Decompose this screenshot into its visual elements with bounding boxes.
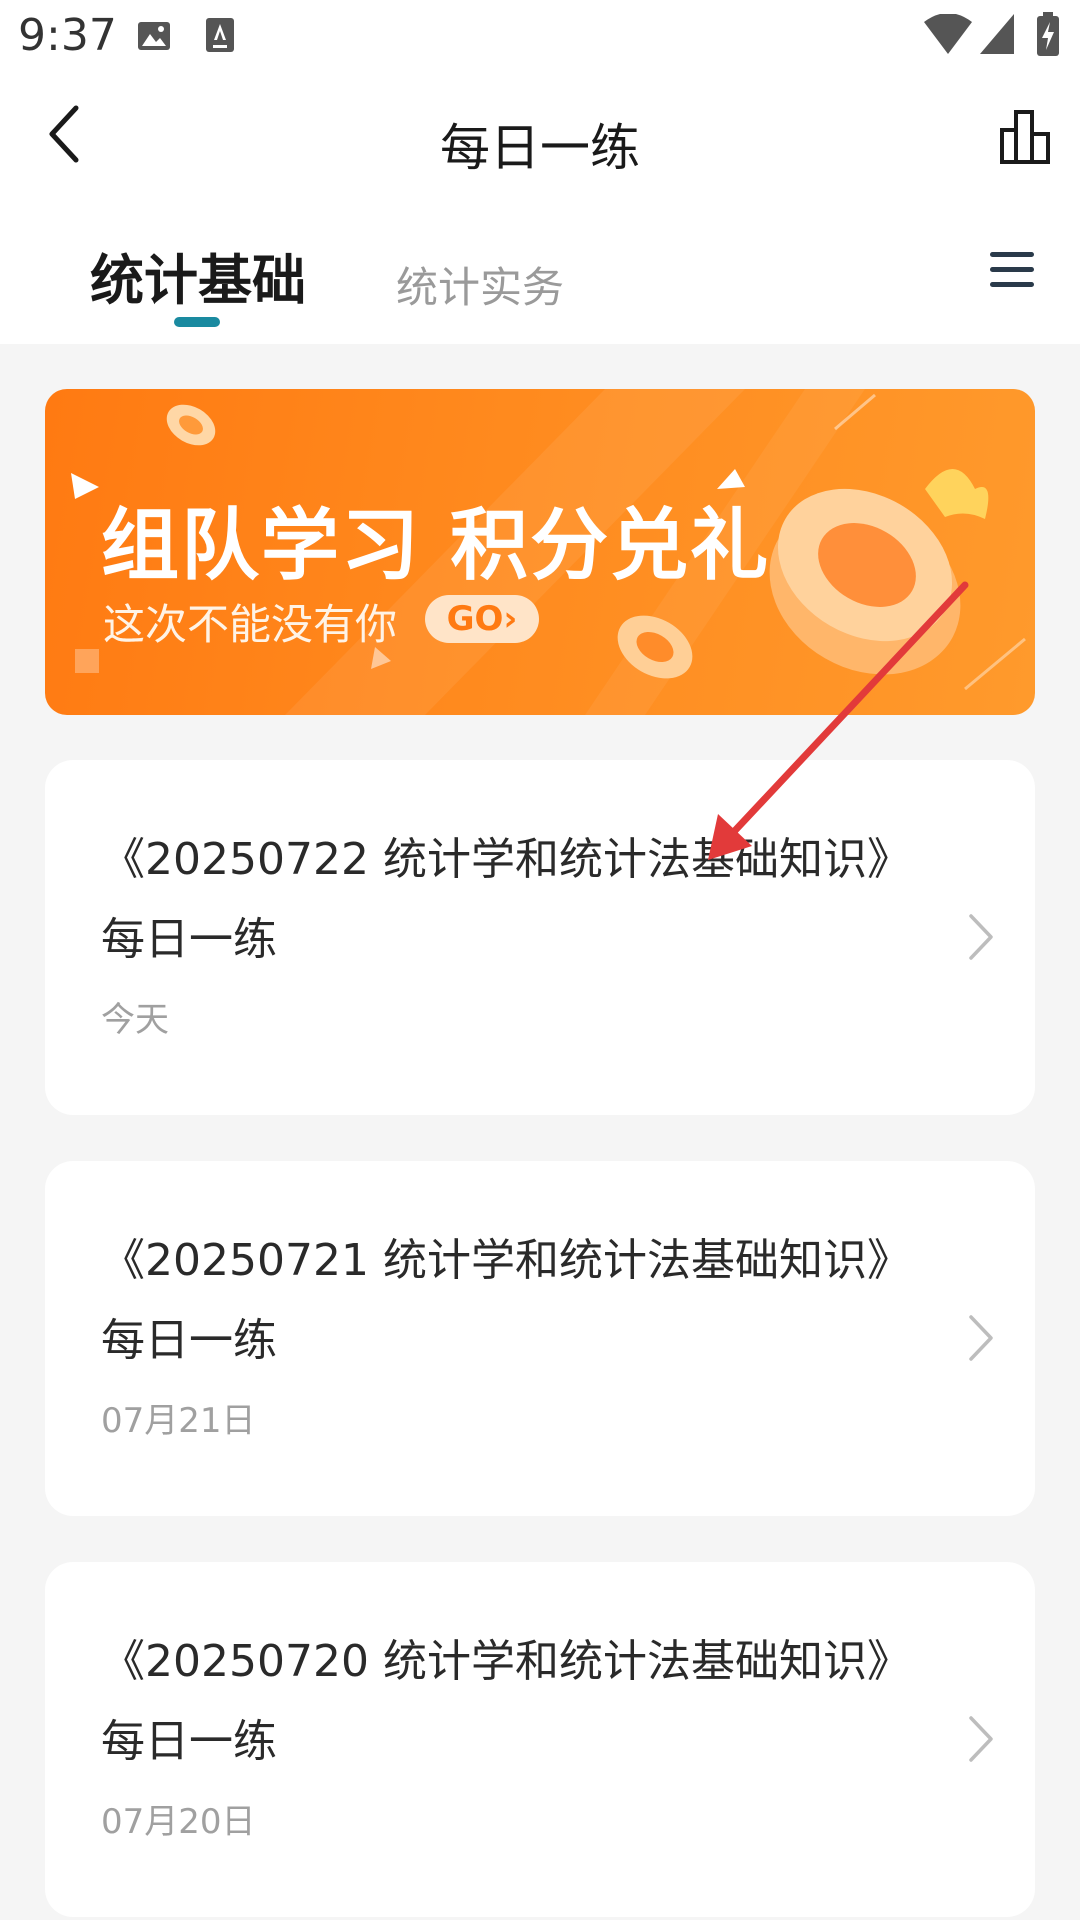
hamburger-menu-icon [990, 252, 1034, 287]
menu-button[interactable] [988, 250, 1036, 290]
font-icon [204, 16, 236, 58]
exercise-title: 《20250720 统计学和统计法基础知识》每日一练 [101, 1636, 911, 1767]
exercise-date: 今天 [101, 1000, 169, 1040]
bar-chart-icon [1000, 110, 1050, 164]
wifi-icon [924, 13, 972, 58]
exercise-date: 07月21日 [101, 1401, 256, 1441]
chevron-right-icon [969, 914, 993, 960]
stats-button[interactable] [998, 108, 1054, 164]
banner-title: 组队学习 积分兑礼 [101, 501, 771, 591]
exercise-card[interactable]: 《20250722 统计学和统计法基础知识》每日一练 今天 [45, 760, 1035, 1115]
status-time: 9:37 [18, 10, 117, 61]
exercise-card[interactable]: 《20250720 统计学和统计法基础知识》每日一练 07月20日 [45, 1562, 1035, 1917]
exercise-title: 《20250722 统计学和统计法基础知识》每日一练 [101, 834, 911, 965]
tab-active-indicator [174, 317, 220, 327]
banner-go-button[interactable]: GO› [425, 595, 539, 643]
exercise-card[interactable]: 《20250721 统计学和统计法基础知识》每日一练 07月21日 [45, 1161, 1035, 1516]
tab-tongji-shiwu[interactable]: 统计实务 [396, 254, 564, 315]
tab-bar: 统计基础 统计实务 [0, 200, 1080, 344]
nav-bar: 每日一练 [0, 72, 1080, 200]
exercise-date: 07月20日 [101, 1802, 256, 1842]
banner-subtitle: 这次不能没有你 [103, 600, 398, 649]
chevron-right-icon [969, 1315, 993, 1361]
promo-banner[interactable]: 组队学习 积分兑礼 这次不能没有你 GO› [45, 389, 1035, 715]
battery-charging-icon [1036, 12, 1060, 60]
exercise-title: 《20250721 统计学和统计法基础知识》每日一练 [101, 1235, 911, 1366]
chevron-right-icon [969, 1716, 993, 1762]
image-icon [136, 18, 172, 58]
status-bar: 9:37 [0, 0, 1080, 72]
page-title: 每日一练 [440, 119, 640, 177]
signal-icon [980, 14, 1014, 58]
tab-tongji-jichu[interactable]: 统计基础 [90, 236, 306, 315]
